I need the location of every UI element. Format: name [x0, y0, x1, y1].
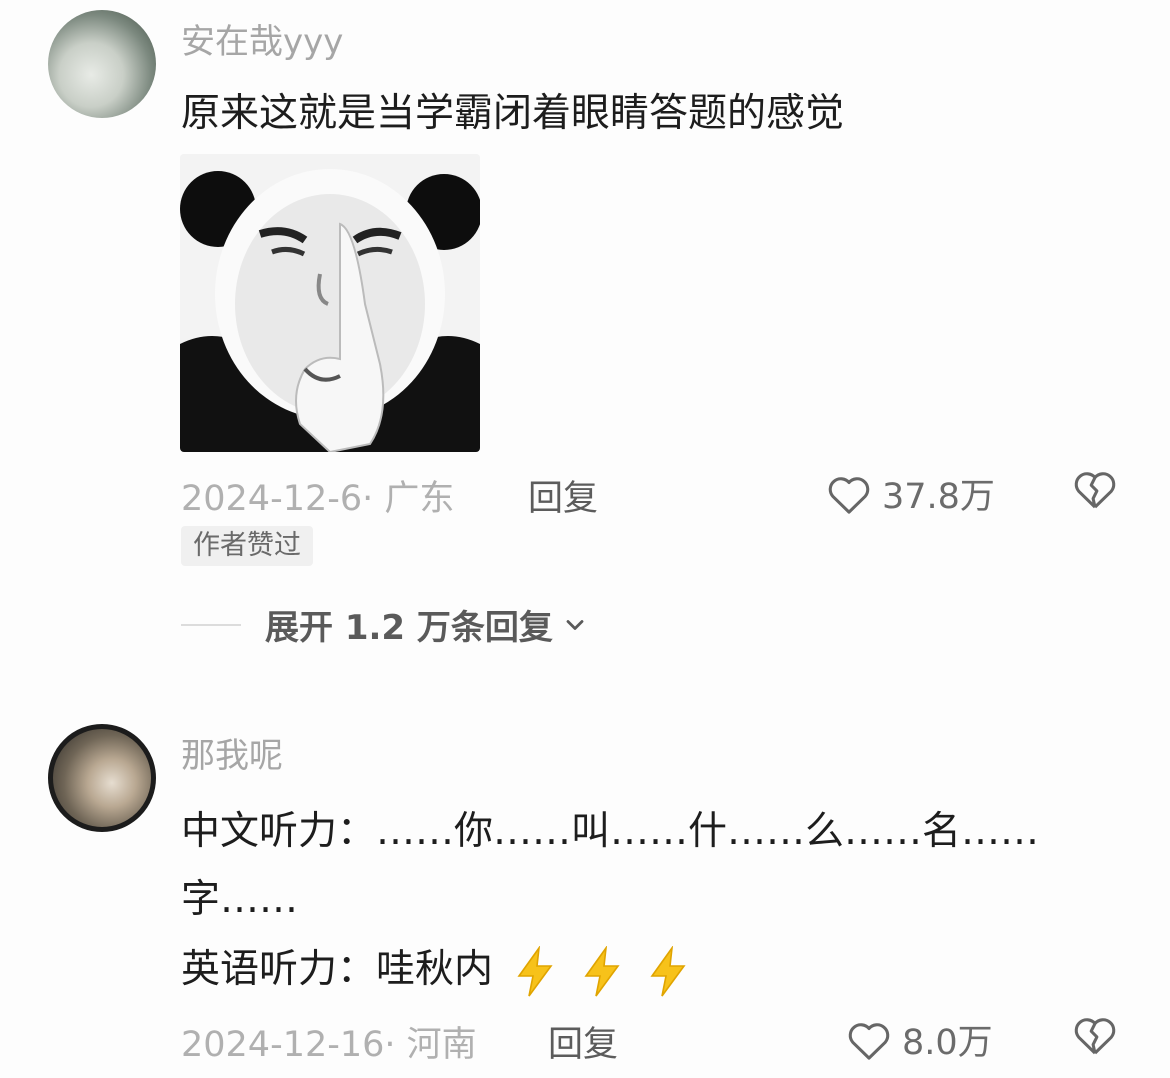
- dislike-button[interactable]: [1072, 1014, 1118, 1060]
- lightning-emoji-icon: [517, 945, 554, 996]
- like-count: 37.8万: [882, 477, 995, 517]
- reply-button[interactable]: 回复: [548, 1016, 618, 1067]
- expand-replies-label: 展开 1.2 万条回复: [265, 608, 553, 648]
- comment-text: 原来这就是当学霸闭着眼睛答题的感觉: [181, 91, 845, 136]
- comment-date-location: 2024-12-6· 广东: [181, 479, 455, 519]
- heart-outline-icon: [828, 476, 870, 514]
- like-button[interactable]: 37.8万: [826, 468, 995, 519]
- comment-date-location: 2024-12-16· 河南: [181, 1025, 477, 1065]
- broken-heart-icon: [1074, 472, 1116, 509]
- meme-image[interactable]: [180, 154, 480, 452]
- broken-heart-icon: [1074, 1018, 1116, 1055]
- comment-text: 英语听力：哇秋内: [181, 947, 494, 992]
- like-button[interactable]: 8.0万: [846, 1014, 993, 1065]
- lightning-emoji-icon: [650, 945, 686, 996]
- heart-outline-icon: [848, 1022, 890, 1060]
- chevron-down-icon: [566, 619, 584, 630]
- author-liked-badge: 作者赞过: [181, 526, 313, 566]
- lightning-emoji-icon: [584, 945, 620, 996]
- avatar[interactable]: [48, 724, 156, 832]
- divider: [181, 623, 241, 626]
- expand-replies[interactable]: 展开 1.2 万条回复: [181, 600, 589, 649]
- comment-text-line: 英语听力：哇秋内: [181, 938, 692, 998]
- like-count: 8.0万: [902, 1023, 993, 1063]
- comment-text-line: 中文听力：……你……叫……什……么……名……: [181, 809, 1040, 854]
- comment-text-line: 字……: [181, 877, 299, 922]
- comment-username[interactable]: 那我呢: [181, 728, 283, 777]
- reply-button[interactable]: 回复: [528, 470, 598, 521]
- avatar[interactable]: [48, 10, 156, 118]
- comment-username[interactable]: 安在哉yyy: [181, 14, 343, 63]
- dislike-button[interactable]: [1072, 468, 1118, 514]
